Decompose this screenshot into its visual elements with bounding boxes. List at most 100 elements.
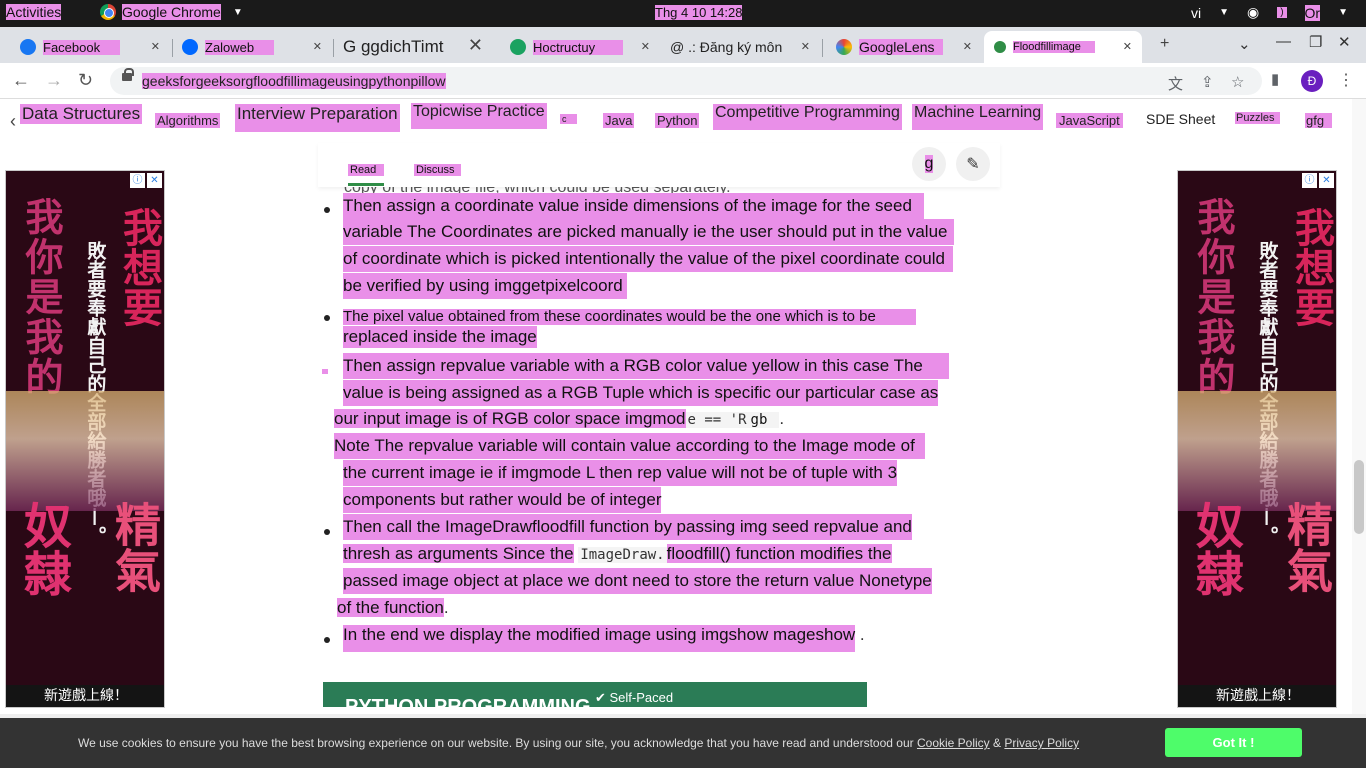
tab-discuss[interactable]: Discuss xyxy=(414,164,461,176)
tab-hoctructuyen[interactable]: Hoctructuy ✕ xyxy=(500,31,660,63)
close-icon[interactable]: ✕ xyxy=(963,40,972,53)
list-item-text: In the end we display the modified image… xyxy=(343,622,865,652)
tab-title: GoogleLens xyxy=(859,39,943,55)
tab-google-lens[interactable]: GoogleLens ✕ xyxy=(826,31,982,63)
tab-read[interactable]: Read xyxy=(348,164,385,176)
bookmark-star-icon[interactable]: ☆ xyxy=(1231,73,1244,91)
nav-c[interactable]: c xyxy=(560,114,577,124)
profile-avatar[interactable]: Đ xyxy=(1301,70,1323,92)
inline-code: e == 'R xyxy=(685,412,749,428)
close-icon[interactable]: ✕ xyxy=(151,40,160,53)
nav-data-structures[interactable]: Data Structures xyxy=(20,104,143,124)
list-item-text: value is being assigned as a RGB Tuple w… xyxy=(343,380,939,406)
info-icon[interactable]: ⓘ xyxy=(1302,173,1317,188)
menu-kebab-icon[interactable]: ⋮ xyxy=(1338,70,1354,90)
side-panel-icon[interactable]: ▮ xyxy=(1271,70,1279,88)
close-icon[interactable]: ✕ xyxy=(147,173,162,188)
list-item-text: replaced inside the image xyxy=(343,326,537,348)
cookie-text: & xyxy=(993,736,1002,750)
nav-competitive-programming[interactable]: Competitive Programming xyxy=(713,104,902,130)
tab-google-translate[interactable]: G ggdichTimt ✕ xyxy=(333,31,493,63)
list-item-text: of the function. xyxy=(337,598,449,617)
close-icon[interactable]: ✕ xyxy=(1123,40,1132,53)
list-item-text: passed image object at place we dont nee… xyxy=(343,568,932,594)
site-navigation: ‹ Data Structures Algorithms Interview P… xyxy=(0,99,1366,143)
zalo-icon xyxy=(182,39,198,55)
reload-icon[interactable]: ↻ xyxy=(78,70,93,91)
close-icon[interactable]: ✕ xyxy=(641,40,650,53)
app-menu[interactable]: Google Chrome ▼ xyxy=(100,4,243,20)
minimize-icon[interactable]: — xyxy=(1276,33,1291,50)
chevron-down-icon: ▼ xyxy=(1219,7,1229,18)
list-item-text: the current image ie if imgmode L then r… xyxy=(343,460,898,486)
volume-icon: ) xyxy=(1277,7,1287,18)
back-icon[interactable]: ← xyxy=(12,70,30,91)
list-bullet xyxy=(322,369,328,374)
tab-title: Hoctructuy xyxy=(533,39,624,55)
promo-badge: ✔ Self-Paced xyxy=(595,690,674,705)
course-promo-banner[interactable]: PYTHON PROGRAMMING ✔ Self-Paced xyxy=(323,682,867,707)
nav-machine-learning[interactable]: Machine Learning xyxy=(912,104,1044,130)
list-item-text: Note The repvalue variable will contain … xyxy=(334,433,925,459)
promo-title: PYTHON PROGRAMMING xyxy=(345,696,591,707)
code-icon[interactable]: g xyxy=(912,147,946,181)
ad-choices[interactable]: ⓘ ✕ xyxy=(1302,173,1334,188)
active-tab-indicator xyxy=(348,183,384,186)
nav-puzzles[interactable]: Puzzles xyxy=(1235,112,1280,124)
nav-javascript[interactable]: JavaScript xyxy=(1056,113,1123,128)
translate-icon[interactable]: 文 xyxy=(1168,73,1183,94)
ad-banner-text: 新遊戲上線！ xyxy=(6,685,164,707)
ad-choices[interactable]: ⓘ ✕ xyxy=(130,173,162,188)
list-item-text: our input image is of RGB color space im… xyxy=(334,409,785,428)
close-window-icon[interactable]: ✕ xyxy=(1338,33,1351,51)
nav-java[interactable]: Java xyxy=(603,113,635,128)
system-tray[interactable]: vi ▼ ◉ ) Or ▼ xyxy=(1191,4,1348,21)
got-it-button[interactable]: Got It ! xyxy=(1165,728,1302,757)
close-icon[interactable]: ✕ xyxy=(468,35,483,56)
privacy-policy-link[interactable]: Privacy Policy xyxy=(1004,736,1079,750)
ad-text: 我想要 xyxy=(1288,207,1335,327)
info-icon[interactable]: ⓘ xyxy=(130,173,145,188)
clock[interactable]: Thg 4 10 14:28 xyxy=(655,5,743,20)
nav-algorithms[interactable]: Algorithms xyxy=(155,113,221,128)
maximize-icon[interactable]: ❐ xyxy=(1309,33,1322,51)
language-indicator[interactable]: vi xyxy=(1191,5,1201,21)
close-icon[interactable]: ✕ xyxy=(313,40,322,53)
tab-zalo[interactable]: Zaloweb ✕ xyxy=(172,31,332,63)
scrollbar-thumb[interactable] xyxy=(1354,460,1364,534)
lock-icon[interactable] xyxy=(122,68,134,81)
list-bullet xyxy=(324,637,330,643)
ad-artwork xyxy=(6,391,164,511)
list-bullet xyxy=(324,207,330,213)
tab-facebook[interactable]: Facebook ✕ xyxy=(10,31,170,63)
nav-sde-sheet[interactable]: SDE Sheet xyxy=(1146,111,1215,127)
activities-button[interactable]: Activities xyxy=(6,4,62,20)
list-bullet xyxy=(324,315,330,321)
nav-topicwise-practice[interactable]: Topicwise Practice xyxy=(411,103,547,129)
tab-floodfill[interactable]: Floodfillimage ✕ xyxy=(984,31,1142,63)
ad-text: 我你是我的 xyxy=(19,197,64,397)
edit-pencil-icon[interactable]: ✎ xyxy=(956,147,990,181)
list-item-text: of coordinate which is picked intentiona… xyxy=(343,246,953,272)
ad-banner-right[interactable]: ⓘ✕ 我你是我的 我想要 敗者要奉獻自己的全部給勝者哦—。 奴隸 精氣 新遊戲上… xyxy=(1177,170,1337,708)
nav-python[interactable]: Python xyxy=(655,113,700,128)
ad-text: 奴隸 xyxy=(15,501,71,597)
nav-gfg[interactable]: gfg xyxy=(1305,113,1333,128)
address-bar[interactable]: geeksforgeeksorgfloodfillimageusingpytho… xyxy=(110,67,1262,95)
close-icon[interactable]: ✕ xyxy=(1319,173,1334,188)
tab-dang-ky[interactable]: @ .: Đăng ký môn ✕ xyxy=(660,31,820,63)
cookie-policy-link[interactable]: Cookie Policy xyxy=(917,736,990,750)
power-indicator[interactable]: Or xyxy=(1304,4,1321,21)
share-icon[interactable]: ⇪ xyxy=(1201,73,1214,91)
ad-text: 奴隸 xyxy=(1187,501,1243,597)
text-run: thresh as arguments Since the xyxy=(343,544,574,563)
nav-interview-preparation[interactable]: Interview Preparation xyxy=(235,104,400,132)
scrollbar-track[interactable] xyxy=(1352,99,1366,714)
ad-banner-left[interactable]: ⓘ✕ 我你是我的 我想要 敗者要奉獻自己的全部給勝者哦—。 奴隸 精氣 新遊戲上… xyxy=(5,170,165,708)
new-tab-button[interactable]: + xyxy=(1160,35,1169,53)
url-text[interactable]: geeksforgeeksorgfloodfillimageusingpytho… xyxy=(142,73,446,89)
forward-icon[interactable]: → xyxy=(45,70,63,91)
nav-scroll-left-icon[interactable]: ‹ xyxy=(10,111,16,132)
tab-search-icon[interactable]: ⌄ xyxy=(1238,35,1251,53)
close-icon[interactable]: ✕ xyxy=(801,40,810,53)
